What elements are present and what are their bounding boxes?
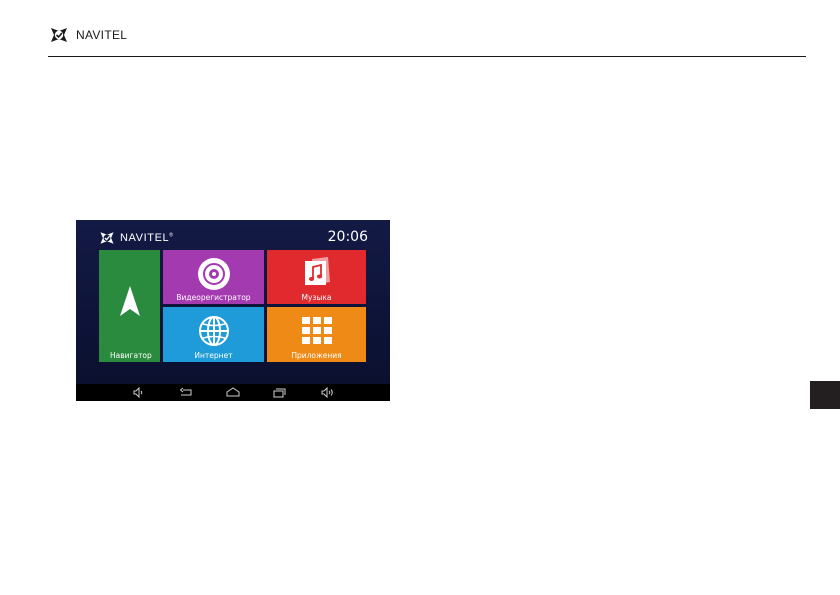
header-brand: NAVITEL bbox=[76, 28, 128, 42]
tile-label: Интернет bbox=[194, 351, 233, 360]
back-icon[interactable] bbox=[179, 387, 193, 398]
camera-lens-icon bbox=[197, 258, 230, 290]
home-icon[interactable] bbox=[226, 387, 240, 398]
volume-down-icon[interactable] bbox=[133, 387, 145, 398]
tile-apps[interactable]: Приложения bbox=[267, 307, 366, 362]
system-nav-bar bbox=[76, 384, 390, 401]
tile-navigator[interactable]: Навигатор bbox=[99, 250, 160, 362]
music-note-icon bbox=[304, 257, 330, 285]
tile-dvr[interactable]: Видеорегистратор bbox=[163, 250, 264, 304]
device-logo: NAVITEL® bbox=[98, 229, 174, 247]
device-clock: 20:06 bbox=[327, 229, 368, 245]
tile-internet[interactable]: Интернет bbox=[163, 307, 264, 362]
tile-label: Музыка bbox=[301, 293, 332, 302]
tile-label: Навигатор bbox=[110, 351, 152, 360]
device-brand: NAVITEL® bbox=[120, 232, 174, 244]
tile-label: Видеорегистратор bbox=[176, 293, 251, 302]
navitel-logo-icon bbox=[51, 28, 67, 42]
grid-icon bbox=[301, 317, 332, 344]
section-tab bbox=[810, 381, 840, 409]
device-screen: NAVITEL® 20:06 Навигатор Видеорегистрато… bbox=[76, 220, 390, 401]
recent-apps-icon[interactable] bbox=[273, 387, 287, 398]
navigation-arrow-icon bbox=[119, 286, 140, 316]
navitel-logo-icon bbox=[100, 232, 114, 244]
header-divider bbox=[48, 56, 806, 57]
header-logo: NAVITEL bbox=[48, 23, 127, 47]
volume-up-icon[interactable] bbox=[321, 387, 335, 398]
tile-music[interactable]: Музыка bbox=[267, 250, 366, 304]
globe-icon bbox=[198, 316, 229, 346]
tile-label: Приложения bbox=[291, 351, 342, 360]
